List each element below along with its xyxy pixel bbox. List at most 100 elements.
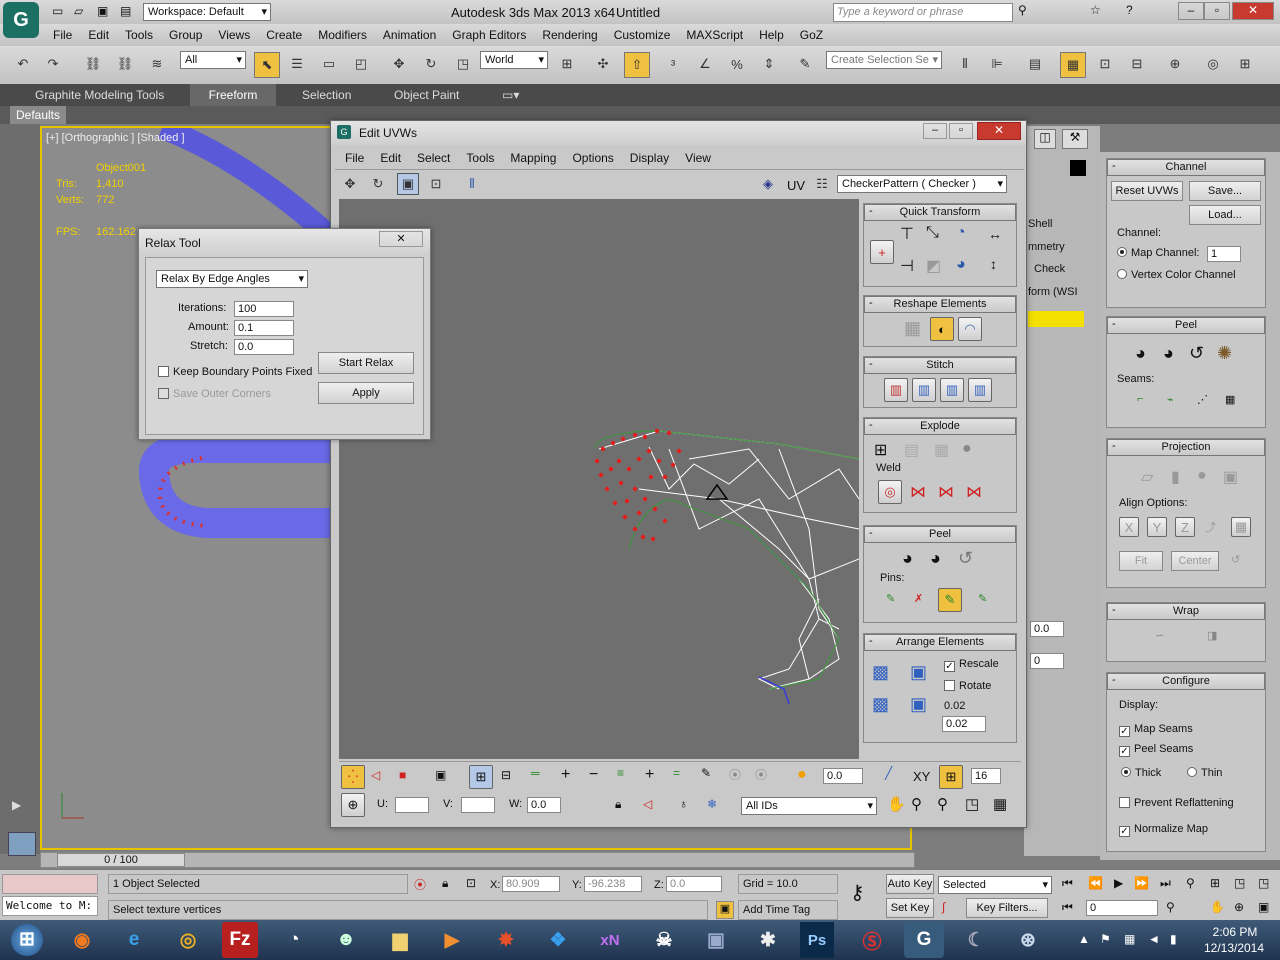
loop-icon[interactable]: ═ bbox=[531, 766, 540, 780]
start-relax-button[interactable]: Start Relax bbox=[318, 352, 414, 374]
relax-close-button[interactable]: ✕ bbox=[379, 231, 423, 247]
projection-header[interactable]: Projection bbox=[1107, 439, 1265, 456]
zoom-extents-all-icon[interactable]: ◳ bbox=[1258, 876, 1269, 890]
tray-battery-icon[interactable]: ▮ bbox=[1170, 932, 1177, 946]
app-lens-icon[interactable]: ⊛ bbox=[1008, 922, 1048, 958]
tray-volume-icon[interactable]: ◄ bbox=[1148, 932, 1160, 946]
reset-projection-icon[interactable]: ↺ bbox=[1231, 553, 1240, 566]
star-icon[interactable]: ☆ bbox=[1090, 3, 1101, 17]
menu-views[interactable]: Views bbox=[210, 24, 258, 46]
rotate-icon[interactable]: ↻ bbox=[420, 53, 442, 75]
new-file-icon[interactable]: ▭ bbox=[52, 4, 63, 18]
tray-network-icon[interactable]: ▦ bbox=[1124, 932, 1135, 946]
layer-manager-icon[interactable]: ▦ bbox=[1060, 52, 1086, 78]
straighten-icon[interactable]: ◩ bbox=[926, 256, 941, 276]
form-item[interactable]: form (WSI bbox=[1028, 286, 1078, 298]
zbrush-icon[interactable]: ✱ bbox=[748, 922, 788, 958]
3dsmax-task-icon[interactable]: G bbox=[904, 922, 944, 958]
relax-title-bar[interactable]: Relax Tool ✕ bbox=[139, 229, 430, 253]
ie-icon[interactable]: e bbox=[114, 922, 154, 958]
app-swirl-icon[interactable]: ✸ bbox=[486, 922, 526, 958]
start-button-icon[interactable]: ⊞ bbox=[4, 922, 50, 958]
ribbon-tab-freeform[interactable]: Freeform bbox=[190, 84, 276, 106]
zoom-region-icon[interactable]: ⚲ bbox=[937, 795, 948, 813]
xy-label[interactable]: XY bbox=[913, 769, 930, 784]
peel-mode-icon[interactable]: ◕ bbox=[1163, 343, 1174, 364]
uvw-freeform-icon[interactable]: ⊡ bbox=[425, 173, 447, 195]
expand-seams-icon[interactable]: ▦ bbox=[1225, 393, 1235, 406]
behind-spin-2[interactable]: 0 bbox=[1030, 653, 1064, 669]
u-spinner[interactable] bbox=[395, 797, 429, 813]
wrap-header[interactable]: Wrap bbox=[1107, 603, 1265, 620]
rescale-checkbox[interactable]: ✓ Rescale bbox=[944, 658, 999, 672]
uvw-menu-select[interactable]: Select bbox=[409, 147, 458, 169]
align-x-button[interactable]: X bbox=[1119, 517, 1139, 537]
space-vertical-icon[interactable]: ↕ bbox=[990, 256, 997, 272]
padding-spinner[interactable]: 0.02 bbox=[942, 716, 986, 732]
ribbon-options-icon[interactable]: ▭▾ bbox=[502, 88, 519, 102]
uvw-menu-options[interactable]: Options bbox=[564, 147, 621, 169]
quick-transform-header[interactable]: Quick Transform bbox=[864, 204, 1016, 221]
shell-item[interactable]: Shell bbox=[1028, 218, 1052, 230]
uvw-menu-display[interactable]: Display bbox=[622, 147, 677, 169]
play-icon[interactable]: ▶ bbox=[1114, 876, 1123, 890]
peel-seams-checkbox[interactable]: ✓ Peel Seams bbox=[1119, 743, 1193, 757]
uvw-menu-view[interactable]: View bbox=[677, 147, 719, 169]
prevent-reflattening-checkbox[interactable]: Prevent Reflattening bbox=[1119, 797, 1234, 809]
element-mode-icon[interactable]: ▣ bbox=[435, 768, 446, 782]
play-arrow-icon[interactable]: ▶ bbox=[12, 798, 21, 812]
uvw-reset-peel-icon[interactable]: ↺ bbox=[958, 548, 973, 569]
weld-edge-icon[interactable]: ⋈ bbox=[966, 482, 982, 502]
explorer-icon[interactable]: ▆ bbox=[380, 922, 420, 958]
explode-header[interactable]: Explode bbox=[864, 418, 1016, 435]
unfold-strip-icon[interactable]: ◨ bbox=[1207, 629, 1217, 642]
open-file-icon[interactable]: ▱ bbox=[74, 4, 83, 18]
xnview-icon[interactable]: xN bbox=[590, 922, 630, 958]
viewport-label[interactable]: [+] [Orthographic ] [Shaded ] bbox=[46, 132, 185, 144]
scene-explorer-icon[interactable]: ▤ bbox=[1024, 53, 1046, 75]
rotate-90-icon[interactable]: ◔ bbox=[956, 224, 966, 242]
spline-map-icon[interactable]: ∽ bbox=[1155, 629, 1164, 642]
falloff-spinner[interactable]: 0.0 bbox=[823, 768, 863, 784]
pan-vp-icon[interactable]: ✋ bbox=[1210, 900, 1225, 914]
freeze-icon[interactable]: ♁ bbox=[679, 797, 688, 811]
spherical-map-icon[interactable]: ● bbox=[1197, 467, 1207, 485]
map-channel-radio[interactable]: Map Channel: bbox=[1117, 247, 1200, 259]
app-c-icon[interactable]: ◔ bbox=[274, 922, 314, 958]
weld-selected-icon[interactable]: ⋈ bbox=[910, 482, 926, 502]
absolute-offset-button[interactable]: ⊕ bbox=[341, 793, 365, 817]
stitch-custom-button[interactable]: ▥ bbox=[968, 378, 992, 402]
mirror-icon[interactable]: ⫴ bbox=[954, 53, 976, 75]
move-icon[interactable]: ✥ bbox=[388, 53, 410, 75]
key-filters-button[interactable]: Key Filters... bbox=[966, 898, 1048, 918]
clock-date[interactable]: 12/13/2014 bbox=[1196, 941, 1272, 955]
undo-icon[interactable]: ↶ bbox=[12, 53, 34, 75]
project-icon[interactable]: ▤ bbox=[120, 4, 131, 18]
pin-icon[interactable]: ✎ bbox=[886, 592, 895, 605]
uvw-menu-edit[interactable]: Edit bbox=[372, 147, 409, 169]
schematic-icon[interactable]: ⊕ bbox=[1164, 53, 1186, 75]
firefox-icon[interactable]: ◉ bbox=[62, 922, 102, 958]
maxscript-welcome[interactable]: Welcome to M: bbox=[2, 896, 98, 916]
current-frame-field[interactable]: 0 bbox=[1086, 900, 1158, 916]
edit-named-sel-icon[interactable]: ✎ bbox=[794, 53, 816, 75]
selection-filter-dropdown[interactable]: All bbox=[180, 51, 246, 69]
angle-snap-icon[interactable]: ∠ bbox=[694, 53, 716, 75]
center-button[interactable]: Center bbox=[1171, 551, 1219, 571]
grow-select-button[interactable]: ⊞ bbox=[469, 765, 493, 789]
spinner-snap-icon[interactable]: ⇕ bbox=[758, 53, 780, 75]
graphite-toggle-icon[interactable]: ⊡ bbox=[1094, 53, 1116, 75]
dropbox-icon[interactable]: ❖ bbox=[538, 922, 578, 958]
window-crossing-icon[interactable]: ◰ bbox=[350, 53, 372, 75]
menu-group[interactable]: Group bbox=[161, 24, 210, 46]
align-horizontal-icon[interactable]: ⊤ bbox=[900, 224, 914, 244]
align-vertical-icon[interactable]: ⊣ bbox=[900, 256, 914, 276]
zoom-icon[interactable]: ⚲ bbox=[911, 795, 922, 813]
view-align-button[interactable]: ▦ bbox=[1231, 517, 1251, 537]
fit-button[interactable]: Fit bbox=[1119, 551, 1163, 571]
paint-grow-icon[interactable]: ⦿ bbox=[729, 766, 741, 783]
w-spinner[interactable]: 0.0 bbox=[527, 797, 561, 813]
selection-lock-icon[interactable]: 🔒︎ bbox=[442, 876, 448, 891]
hide-icon[interactable]: ◁ bbox=[643, 797, 652, 811]
chrome-icon[interactable]: ◎ bbox=[168, 922, 208, 958]
